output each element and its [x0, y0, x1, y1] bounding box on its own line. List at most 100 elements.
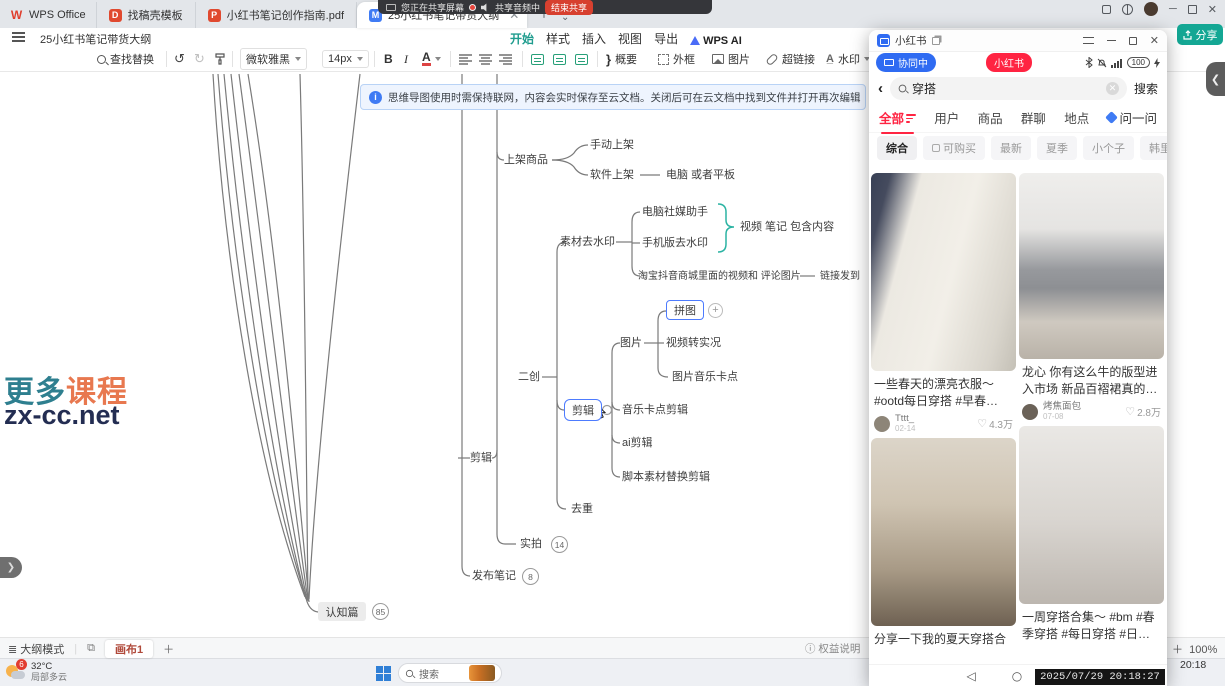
count-badge[interactable]: 14	[551, 536, 568, 553]
avatar[interactable]	[874, 416, 890, 432]
note-card[interactable]: 一些春天的漂亮衣服～ #ootd每日穿搭 #早春… Tttt_02-14 ♡4.…	[871, 173, 1016, 433]
italic-button[interactable]: I	[404, 46, 408, 72]
node-shipin-biji[interactable]: 视频 笔记 包含内容	[740, 220, 834, 234]
like-count[interactable]: ♡2.8万	[1125, 404, 1161, 419]
chip-korean-style[interactable]: 韩里韩气	[1140, 136, 1167, 160]
phone-close-icon[interactable]: ✕	[1150, 34, 1159, 47]
insert-topic-button[interactable]	[531, 46, 544, 72]
search-input[interactable]: 穿搭 ✕	[890, 77, 1127, 100]
layers-icon[interactable]: ⧉	[87, 642, 95, 655]
note-title[interactable]: 龙心 你有这么牛的版型进入市场 新品百褶裙真的…	[1019, 359, 1164, 399]
avatar[interactable]	[1022, 404, 1038, 420]
note-image[interactable]	[871, 438, 1016, 626]
font-size-select[interactable]: 14px	[322, 46, 369, 72]
node-shoudong-shangjia[interactable]: 手动上架	[590, 138, 634, 152]
align-left-button[interactable]	[459, 46, 472, 72]
share-button[interactable]: 分享	[1177, 24, 1223, 45]
stop-share-button[interactable]: 结束共享	[545, 0, 593, 15]
node-shoujiban[interactable]: 手机版去水印	[642, 236, 708, 250]
search-submit-button[interactable]: 搜索	[1134, 80, 1158, 97]
add-canvas-button[interactable]: ＋	[163, 641, 174, 657]
summary-button[interactable]: }概要	[606, 46, 637, 72]
chip-newest[interactable]: 最新	[991, 136, 1031, 160]
chip-summer[interactable]: 夏季	[1037, 136, 1077, 160]
author-name[interactable]: Tttt_	[895, 414, 915, 424]
node-shipin-shikuang[interactable]: 视频转实况	[666, 336, 721, 350]
insert-subtopic-button[interactable]	[553, 46, 566, 72]
close-button[interactable]: ✕	[1208, 3, 1217, 16]
phone-maximize-icon[interactable]	[1129, 37, 1137, 45]
node-tupian[interactable]: 图片	[620, 336, 642, 350]
node-yinyue-kadian[interactable]: 音乐卡点剪辑	[622, 403, 688, 417]
watermark-button[interactable]: A̲水印	[826, 46, 870, 72]
taskbar-search[interactable]: 搜索	[398, 663, 502, 683]
chip-petite[interactable]: 小个子	[1083, 136, 1134, 160]
avatar[interactable]	[1144, 2, 1158, 16]
right-panel-handle[interactable]: ❮	[1206, 62, 1225, 96]
rights-info[interactable]: ⓘ 权益说明	[805, 641, 860, 656]
node-erchuang[interactable]: 二创	[518, 370, 540, 384]
tab-ask[interactable]: 问一问	[1107, 108, 1157, 127]
hyperlink-button[interactable]: 超链接	[766, 46, 815, 72]
node-renzhi-pian[interactable]: 认知篇	[318, 602, 366, 621]
zoom-controls[interactable]: ＋ 100%	[1172, 641, 1217, 657]
node-taobao-douyin[interactable]: 淘宝抖音商城里面的视频和 评论图片	[638, 270, 801, 284]
node-jianji-outer[interactable]: 剪辑	[470, 451, 492, 465]
note-image[interactable]	[871, 173, 1016, 371]
phone-window-titlebar[interactable]: 小红书 ✕	[869, 30, 1167, 52]
node-pintu[interactable]: 拼图	[666, 300, 704, 320]
weather-widget[interactable]: 6 32°C局部多云	[6, 661, 67, 683]
system-clock[interactable]: 20:18	[1180, 659, 1206, 671]
phone-menu-icon[interactable]	[1083, 37, 1094, 44]
node-jianji-selected[interactable]: 剪辑	[564, 399, 602, 421]
undo-button[interactable]: ↺	[174, 46, 185, 72]
search-highlight-image[interactable]	[469, 665, 495, 681]
insert-relation-button[interactable]	[575, 46, 588, 72]
redo-button[interactable]: ↻	[194, 46, 205, 72]
globe-icon[interactable]	[1122, 4, 1133, 15]
note-image[interactable]	[1019, 426, 1164, 604]
like-count[interactable]: ♡4.3万	[977, 416, 1013, 431]
align-center-button[interactable]	[479, 46, 492, 72]
tab-users[interactable]: 用户	[934, 108, 959, 127]
clear-search-icon[interactable]: ✕	[1106, 82, 1119, 95]
font-family-select[interactable]: 微软雅黑	[240, 46, 307, 72]
node-ruanjian-shangjia[interactable]: 软件上架	[590, 168, 634, 182]
node-diannao-shemei[interactable]: 电脑社媒助手	[642, 205, 708, 219]
node-shipai[interactable]: 实拍	[520, 537, 542, 551]
count-badge[interactable]: 8	[522, 568, 539, 585]
restore-button[interactable]	[1188, 5, 1197, 14]
note-title[interactable]: 分享一下我的夏天穿搭合	[871, 626, 1016, 649]
find-replace-button[interactable]: 查找替换	[97, 46, 154, 72]
node-fabu-biji[interactable]: 发布笔记	[472, 569, 516, 583]
multi-window-icon[interactable]	[932, 37, 940, 45]
outline-mode-button[interactable]: ≣ 大纲模式	[8, 641, 64, 657]
chip-purchasable[interactable]: 可购买	[923, 136, 985, 160]
chip-comprehensive[interactable]: 综合	[877, 136, 917, 160]
add-child-button[interactable]: +	[708, 303, 723, 318]
node-quzhong[interactable]: 去重	[571, 502, 593, 516]
phone-minimize-icon[interactable]	[1107, 40, 1116, 41]
tab-groups[interactable]: 群聊	[1021, 108, 1046, 127]
tab-wps-office[interactable]: W WPS Office	[0, 2, 97, 28]
node-diannao-pingban[interactable]: 电脑 或者平板	[666, 168, 735, 182]
android-home-button[interactable]: ○	[1012, 669, 1022, 683]
bold-button[interactable]: B	[384, 46, 393, 72]
tab-template[interactable]: D 找稿壳模板	[97, 2, 196, 28]
note-title[interactable]: 一些春天的漂亮衣服～ #ootd每日穿搭 #早春…	[871, 371, 1016, 411]
node-jiaoben-tihuan[interactable]: 脚本素材替换剪辑	[622, 470, 710, 484]
node-sucai-qushuiyin[interactable]: 素材去水印	[560, 235, 615, 249]
outer-frame-button[interactable]: 外框	[658, 46, 695, 72]
back-chevron-icon[interactable]: ‹	[878, 80, 883, 97]
note-card[interactable]: 一周穿搭合集～ #bm #春季穿搭 #每日穿搭 #日…	[1019, 426, 1164, 644]
tab-all[interactable]: 全部	[879, 108, 916, 127]
hamburger-menu-icon[interactable]	[12, 32, 25, 42]
format-painter-button[interactable]	[214, 46, 226, 72]
note-image[interactable]	[1019, 173, 1164, 359]
tab-pdf-guide[interactable]: P 小红书笔记创作指南.pdf	[196, 2, 357, 28]
extensions-icon[interactable]	[1102, 5, 1111, 14]
collab-pill[interactable]: 协同中	[876, 53, 936, 72]
note-title[interactable]: 一周穿搭合集～ #bm #春季穿搭 #每日穿搭 #日…	[1019, 604, 1164, 644]
tab-goods[interactable]: 商品	[978, 108, 1003, 127]
android-back-button[interactable]: ◁	[966, 669, 975, 683]
